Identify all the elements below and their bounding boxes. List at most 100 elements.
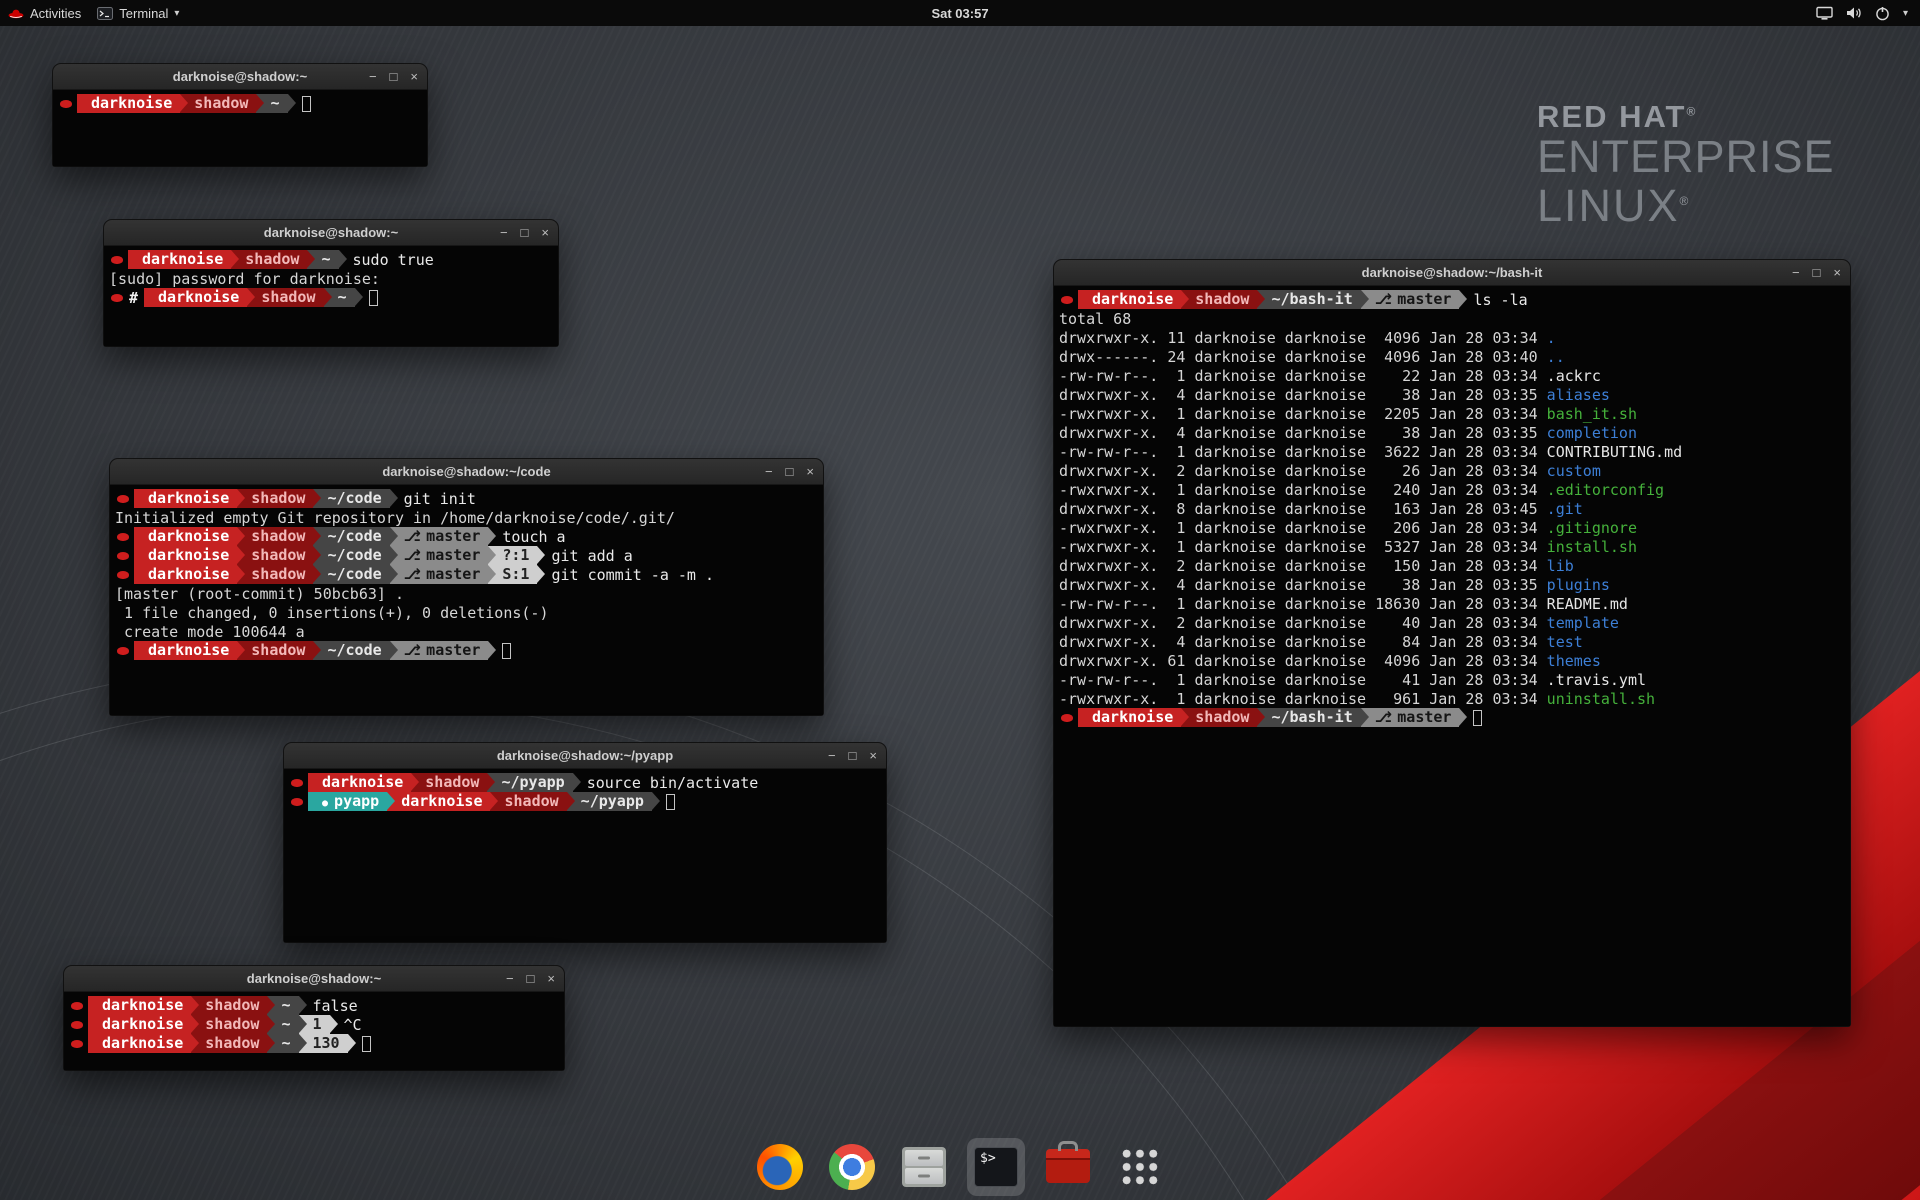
prompt-segment-user: darknoise	[88, 1015, 191, 1034]
maximize-button[interactable]: □	[527, 972, 535, 985]
titlebar[interactable]: darknoise@shadow:~ − □ ×	[104, 220, 558, 246]
terminal-window-home-1[interactable]: darknoise@shadow:~ − □ × darknoiseshadow…	[53, 64, 427, 166]
output-text: -rwxrwxr-x. 1 darknoise darknoise 5327 J…	[1059, 538, 1547, 556]
redhat-icon	[8, 7, 24, 19]
maximize-button[interactable]: □	[1813, 266, 1821, 279]
volume-icon[interactable]	[1846, 6, 1862, 20]
redhat-prompt-icon	[117, 571, 129, 579]
titlebar[interactable]: darknoise@shadow:~ − □ ×	[64, 966, 564, 992]
redhat-prompt-icon	[71, 1021, 83, 1029]
terminal-cursor	[1473, 710, 1482, 726]
chevron-down-icon: ▾	[174, 8, 179, 19]
terminal-line: -rw-rw-r--. 1 darknoise darknoise 3622 J…	[1059, 442, 1845, 461]
window-title: darknoise@shadow:~/code	[382, 464, 550, 479]
maximize-button[interactable]: □	[521, 226, 529, 239]
terminal-window-code[interactable]: darknoise@shadow:~/code − □ × darknoises…	[110, 459, 823, 715]
terminal-line: darknoiseshadow~130	[69, 1034, 559, 1053]
close-button[interactable]: ×	[1833, 266, 1841, 279]
redhat-prompt-icon	[111, 294, 123, 302]
dock-terminal-active[interactable]: $>	[967, 1138, 1025, 1196]
redhat-prompt-icon	[117, 495, 129, 503]
file-name: template	[1547, 614, 1619, 632]
app-menu-terminal[interactable]: Terminal ▾	[97, 6, 179, 21]
prompt-segment-host: shadow	[490, 792, 566, 811]
terminal-line: -rwxrwxr-x. 1 darknoise darknoise 2205 J…	[1059, 404, 1845, 423]
minimize-button[interactable]: −	[1792, 266, 1800, 279]
terminal-window-pyapp[interactable]: darknoise@shadow:~/pyapp − □ × darknoise…	[284, 743, 886, 942]
terminal-content[interactable]: darknoiseshadow~falsedarknoiseshadow~1^C…	[64, 992, 564, 1070]
prompt-segment-user: darknoise	[1078, 290, 1181, 309]
file-name: themes	[1547, 652, 1601, 670]
output-text: drwxrwxr-x. 4 darknoise darknoise 38 Jan…	[1059, 424, 1547, 442]
titlebar[interactable]: darknoise@shadow:~/bash-it − □ ×	[1054, 260, 1850, 286]
registered-mark: ®	[1680, 194, 1691, 208]
system-status-area[interactable]: ▾	[1816, 6, 1920, 21]
terminal-content[interactable]: darknoiseshadow~	[53, 90, 427, 166]
power-icon[interactable]	[1875, 6, 1890, 21]
titlebar[interactable]: darknoise@shadow:~/pyapp − □ ×	[284, 743, 886, 769]
command-text: false	[313, 997, 358, 1015]
minimize-button[interactable]: −	[765, 465, 773, 478]
firefox-icon	[757, 1144, 803, 1190]
dock-files[interactable]	[895, 1138, 953, 1196]
terminal-content[interactable]: darknoiseshadow~/bash-it⎇ masterls -lato…	[1054, 286, 1850, 1026]
window-title: darknoise@shadow:~/pyapp	[497, 748, 673, 763]
clock-button[interactable]: Sat 03:57	[931, 6, 988, 21]
file-name: custom	[1547, 462, 1601, 480]
prompt-segment-user: darknoise	[134, 489, 237, 508]
command-text: sudo true	[353, 251, 434, 269]
output-text: [master (root-commit) 50bcb63] .	[115, 585, 404, 603]
dock-toolbox[interactable]	[1039, 1138, 1097, 1196]
minimize-button[interactable]: −	[828, 749, 836, 762]
chevron-down-icon: ▾	[1903, 8, 1908, 19]
terminal-window-home-2[interactable]: darknoise@shadow:~ − □ × darknoiseshadow…	[64, 966, 564, 1070]
file-name: aliases	[1547, 386, 1610, 404]
terminal-line: darknoiseshadow~sudo true	[109, 250, 553, 269]
close-button[interactable]: ×	[547, 972, 555, 985]
display-icon[interactable]	[1816, 6, 1833, 20]
titlebar[interactable]: darknoise@shadow:~ − □ ×	[53, 64, 427, 90]
maximize-button[interactable]: □	[786, 465, 794, 478]
terminal-line: darknoiseshadow~/code⎇ master	[115, 641, 818, 660]
minimize-button[interactable]: −	[506, 972, 514, 985]
close-button[interactable]: ×	[869, 749, 877, 762]
files-icon	[902, 1147, 946, 1187]
activities-button[interactable]: Activities	[8, 6, 81, 21]
terminal-line: darknoiseshadow~	[58, 94, 422, 113]
logo-red-hat: RED HAT®	[1537, 100, 1835, 133]
terminal-line: #darknoiseshadow~	[109, 288, 553, 307]
file-name: lib	[1547, 557, 1574, 575]
dock-show-applications[interactable]	[1111, 1138, 1169, 1196]
terminal-line: drwxrwxr-x. 4 darknoise darknoise 84 Jan…	[1059, 632, 1845, 651]
terminal-content[interactable]: darknoiseshadow~/pyappsource bin/activat…	[284, 769, 886, 942]
terminal-line: total 68	[1059, 309, 1845, 328]
close-button[interactable]: ×	[541, 226, 549, 239]
prompt-segment-host: shadow	[191, 1034, 267, 1053]
maximize-button[interactable]: □	[849, 749, 857, 762]
window-title: darknoise@shadow:~/bash-it	[1362, 265, 1543, 280]
titlebar[interactable]: darknoise@shadow:~/code − □ ×	[110, 459, 823, 485]
file-name: .	[1547, 329, 1556, 347]
terminal-window-sudo[interactable]: darknoise@shadow:~ − □ × darknoiseshadow…	[104, 220, 558, 346]
dock-firefox[interactable]	[751, 1138, 809, 1196]
terminal-line: darknoiseshadow~/code⎇ master?:1git add …	[115, 546, 818, 565]
output-text: drwxrwxr-x. 11 darknoise darknoise 4096 …	[1059, 329, 1547, 347]
prompt-segment-host: shadow	[231, 250, 307, 269]
minimize-button[interactable]: −	[369, 70, 377, 83]
prompt-segment-git: ⎇ master	[390, 641, 489, 660]
drawer-bottom	[905, 1168, 943, 1184]
terminal-line: create mode 100644 a	[115, 622, 818, 641]
logo-linux: LINUX®	[1537, 182, 1835, 231]
terminal-content[interactable]: darknoiseshadow~sudo true[sudo] password…	[104, 246, 558, 346]
close-button[interactable]: ×	[806, 465, 814, 478]
terminal-line: drwxrwxr-x. 4 darknoise darknoise 38 Jan…	[1059, 385, 1845, 404]
terminal-window-bash-it[interactable]: darknoise@shadow:~/bash-it − □ × darknoi…	[1054, 260, 1850, 1026]
maximize-button[interactable]: □	[390, 70, 398, 83]
prompt-segment-path: ~/code	[313, 641, 389, 660]
dock-chrome[interactable]	[823, 1138, 881, 1196]
close-button[interactable]: ×	[410, 70, 418, 83]
chrome-icon	[829, 1144, 875, 1190]
terminal-content[interactable]: darknoiseshadow~/codegit initInitialized…	[110, 485, 823, 715]
minimize-button[interactable]: −	[500, 226, 508, 239]
output-text: drwxrwxr-x. 4 darknoise darknoise 38 Jan…	[1059, 386, 1547, 404]
